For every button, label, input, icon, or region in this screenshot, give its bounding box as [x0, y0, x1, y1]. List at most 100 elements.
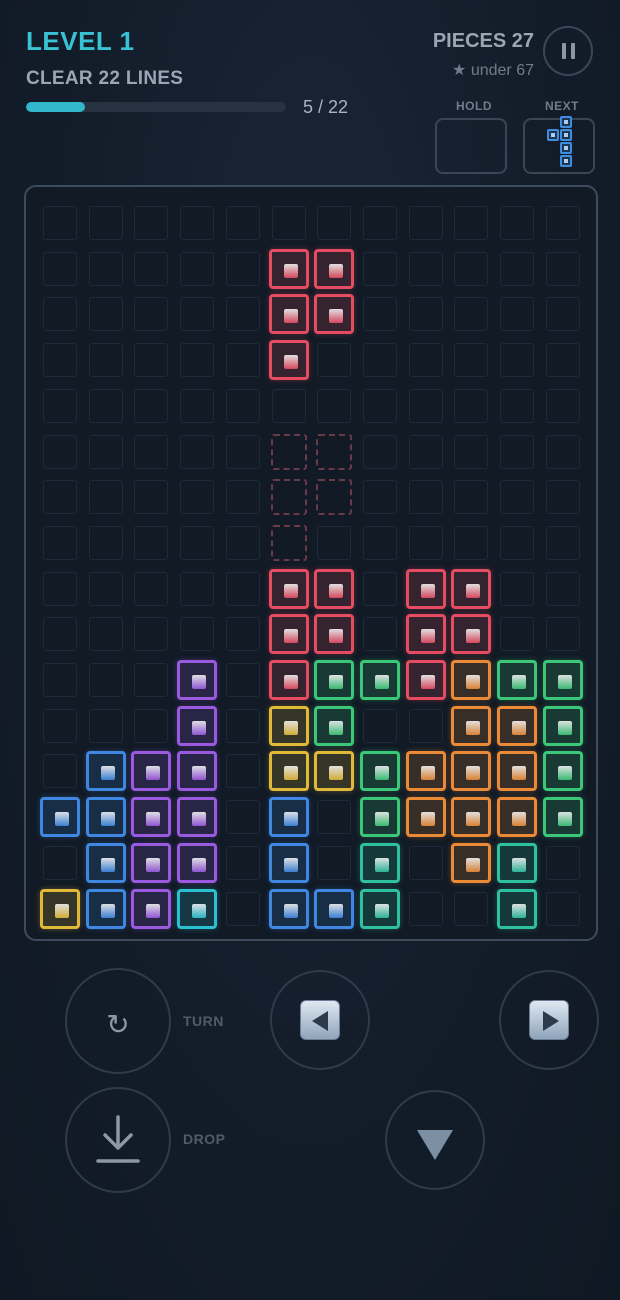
empty-cell: [408, 845, 443, 880]
block-core: [329, 309, 344, 324]
empty-cell: [180, 297, 215, 332]
pieces-count: PIECES 27: [432, 30, 534, 52]
block-core: [329, 720, 344, 735]
empty-cell: [134, 297, 169, 332]
empty-cell: [88, 571, 123, 606]
block-purple: [177, 842, 218, 883]
next-piece-block: [560, 116, 572, 128]
block-core: [374, 903, 389, 918]
empty-cell: [454, 297, 489, 332]
soft-drop-button[interactable]: [385, 1090, 485, 1190]
block-red: [268, 294, 309, 335]
empty-cell: [317, 206, 352, 240]
ghost-cell: [270, 524, 307, 561]
block-core: [100, 903, 115, 918]
block-cyan: [177, 888, 218, 929]
block-core: [466, 812, 481, 827]
block-core: [146, 903, 161, 918]
block-core: [466, 629, 481, 644]
pause-button[interactable]: [543, 26, 593, 76]
progress-fill: [26, 102, 86, 112]
empty-cell: [43, 754, 77, 789]
empty-cell: [225, 251, 260, 286]
next-piece-block: [547, 129, 559, 141]
ghost-cell: [270, 479, 307, 516]
block-green: [542, 751, 583, 792]
drop-label: DROP: [183, 1131, 226, 1147]
empty-cell: [225, 800, 260, 835]
drop-button[interactable]: [65, 1087, 171, 1193]
block-core: [283, 812, 298, 827]
empty-cell: [225, 754, 260, 789]
left-button[interactable]: [270, 970, 370, 1070]
block-purple: [131, 797, 172, 838]
empty-cell: [454, 525, 489, 560]
empty-cell: [408, 525, 443, 560]
ghost-cell: [316, 479, 353, 516]
turn-button[interactable]: ↻: [65, 968, 171, 1074]
empty-cell: [180, 434, 215, 469]
progress-text: 5 / 22: [303, 97, 349, 117]
block-core: [374, 675, 389, 689]
block-teal: [497, 842, 537, 883]
empty-cell: [317, 800, 352, 835]
empty-cell: [225, 708, 260, 743]
empty-cell: [134, 617, 169, 652]
empty-cell: [180, 525, 215, 560]
block-core: [283, 309, 298, 324]
block-green: [542, 660, 583, 700]
ghost-cell: [316, 433, 353, 470]
block-green: [359, 660, 400, 700]
empty-cell: [43, 297, 77, 332]
game-board[interactable]: [24, 185, 598, 941]
block-red: [405, 568, 446, 609]
empty-cell: [408, 251, 443, 286]
empty-cell: [454, 251, 489, 286]
block-red: [268, 248, 309, 289]
rotate-icon: ↻: [106, 1009, 130, 1040]
block-blue: [268, 797, 309, 838]
block-core: [283, 857, 298, 872]
empty-cell: [545, 206, 580, 240]
empty-cell: [362, 251, 397, 286]
empty-cell: [43, 617, 77, 652]
block-red: [314, 614, 355, 655]
pause-icon: [570, 43, 575, 59]
hold-slot[interactable]: [435, 118, 507, 174]
pause-icon: [561, 43, 566, 59]
right-button[interactable]: [499, 970, 599, 1070]
block-core: [329, 675, 344, 689]
next-slot: [523, 116, 595, 174]
block-orange: [497, 797, 537, 838]
block-teal: [497, 888, 537, 929]
empty-cell: [408, 343, 443, 378]
empty-cell: [225, 297, 260, 332]
block-orange: [497, 705, 537, 746]
block-yellow: [40, 888, 80, 929]
empty-cell: [225, 206, 260, 240]
empty-cell: [500, 617, 534, 652]
empty-cell: [362, 206, 397, 240]
empty-cell: [317, 525, 352, 560]
empty-cell: [362, 525, 397, 560]
empty-cell: [500, 434, 534, 469]
empty-cell: [545, 343, 580, 378]
empty-cell: [500, 206, 534, 240]
block-red: [451, 614, 492, 655]
block-blue: [268, 888, 309, 929]
block-teal: [359, 842, 400, 883]
empty-cell: [362, 297, 397, 332]
empty-cell: [225, 617, 260, 652]
empty-cell: [88, 251, 123, 286]
block-core: [55, 903, 69, 918]
empty-cell: [454, 343, 489, 378]
empty-cell: [500, 297, 534, 332]
empty-cell: [362, 617, 397, 652]
block-core: [283, 355, 298, 370]
block-core: [466, 675, 481, 689]
empty-cell: [500, 480, 534, 515]
block-core: [329, 629, 344, 644]
block-red: [314, 248, 355, 289]
empty-cell: [180, 343, 215, 378]
block-purple: [131, 888, 172, 929]
